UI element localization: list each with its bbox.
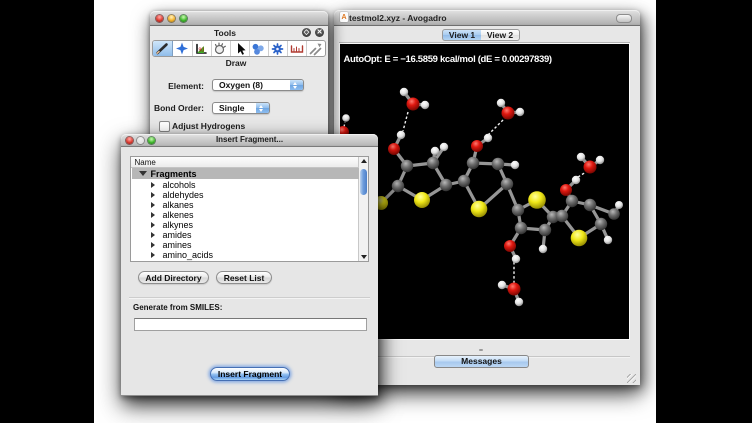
svg-text:90: 90 <box>199 48 205 54</box>
